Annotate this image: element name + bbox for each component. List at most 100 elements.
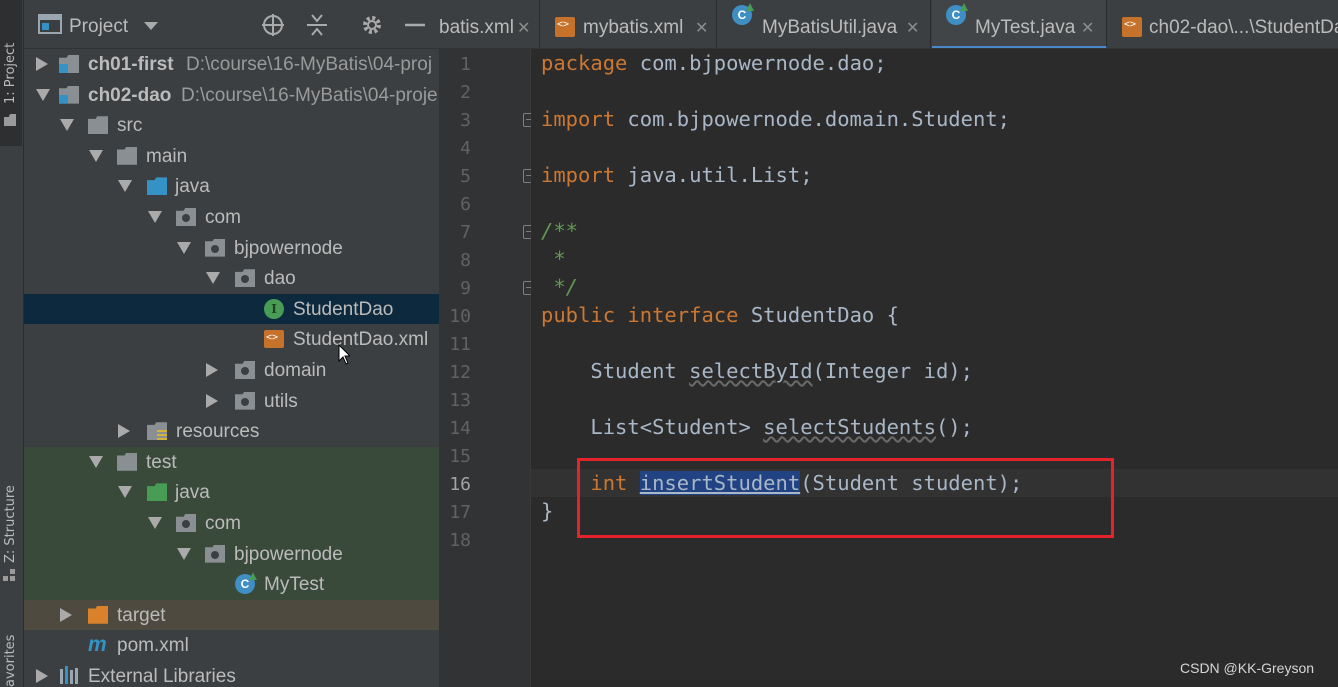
- tree-item-com[interactable]: com: [24, 508, 439, 539]
- code-editor[interactable]: package com.bjpowernode.dao; import com.…: [531, 49, 1338, 687]
- interface-icon: I: [264, 298, 284, 319]
- tree-item-com[interactable]: com: [24, 202, 439, 233]
- project-tool-tab[interactable]: 1: Project: [0, 0, 22, 146]
- tree-item-label: resources: [176, 421, 260, 443]
- tree-item-domain[interactable]: domain: [24, 355, 439, 386]
- tree-item-external-libraries[interactable]: External Libraries: [24, 661, 439, 687]
- mouse-pointer-icon: [338, 344, 350, 365]
- collapsed-right-arrow-icon[interactable]: [118, 424, 130, 439]
- tree-item-bjpowernode[interactable]: bjpowernode: [24, 538, 439, 570]
- tree-item-bjpowernode[interactable]: bjpowernode: [24, 233, 439, 264]
- close-icon[interactable]: ✕: [906, 18, 919, 38]
- tree-item-mytest[interactable]: C MyTest: [24, 569, 439, 600]
- code-line-10: public interface StudentDao {: [541, 303, 899, 327]
- gear-icon[interactable]: [360, 13, 384, 37]
- expand-down-arrow-icon[interactable]: [148, 517, 162, 529]
- project-view-icon: [38, 14, 62, 34]
- tree-item-label: domain: [264, 360, 327, 381]
- line-number: 6: [460, 194, 471, 215]
- tab-label: MyTest.java: [975, 17, 1076, 38]
- tree-item-label: test: [146, 451, 177, 473]
- tree-item-label: External Libraries: [88, 666, 236, 687]
- expand-down-arrow-icon[interactable]: [89, 149, 103, 162]
- package-icon: [235, 269, 255, 288]
- close-icon[interactable]: ✕: [517, 18, 530, 38]
- folder-icon: [147, 483, 167, 502]
- java-class-icon: C: [732, 5, 752, 25]
- tab-mybatis-xml[interactable]: mybatis.xml ✕: [541, 0, 717, 48]
- structure-tool-tab[interactable]: Z: Structure: [0, 465, 22, 590]
- tree-item-label: ch02-dao: [88, 84, 172, 106]
- resources-folder-icon: [147, 422, 167, 441]
- maven-icon: m: [88, 633, 107, 657]
- expand-down-arrow-icon[interactable]: [36, 88, 50, 101]
- line-number: 13: [449, 390, 471, 411]
- tree-item-label: main: [146, 145, 188, 167]
- tree-item-java[interactable]: java: [24, 477, 439, 508]
- tab-label: mybatis.xml: [583, 17, 684, 38]
- tree-item-resources[interactable]: resources: [24, 416, 439, 447]
- line-number: 8: [460, 250, 471, 271]
- tab-mybatisutil-java[interactable]: C MyBatisUtil.java ✕: [718, 0, 931, 48]
- expand-down-arrow-icon[interactable]: [206, 272, 220, 285]
- tree-item-label: ch01-first: [88, 54, 174, 75]
- close-icon[interactable]: ✕: [695, 18, 708, 38]
- structure-tool-tab-label: Z: Structure: [3, 485, 18, 563]
- tree-item-label: java: [175, 176, 210, 198]
- collapse-all-icon[interactable]: [305, 13, 329, 37]
- tab-studentdao-xml[interactable]: ch02-dao\...\StudentDa: [1108, 0, 1338, 48]
- code-line-17: }: [541, 499, 554, 523]
- package-icon: [235, 391, 255, 410]
- tree-item-pom-xml[interactable]: m pom.xml: [24, 630, 439, 661]
- line-number: 18: [449, 530, 471, 551]
- tree-item-target[interactable]: target: [24, 599, 439, 631]
- collapsed-right-arrow-icon[interactable]: [36, 669, 48, 683]
- expand-down-arrow-icon[interactable]: [148, 211, 162, 223]
- target-icon[interactable]: [261, 13, 285, 37]
- tree-item-ch02-dao[interactable]: ch02-dao D:\course\16-MyBatis\04-proje: [24, 80, 439, 111]
- code-line-14: List<Student> selectStudents();: [541, 415, 973, 439]
- tree-item-src[interactable]: src: [24, 110, 439, 141]
- collapsed-right-arrow-icon[interactable]: [60, 607, 72, 622]
- code-line-5: import java.util.List;: [541, 163, 813, 187]
- tree-item-label: bjpowernode: [234, 543, 343, 565]
- xml-file-icon: [264, 330, 284, 349]
- tree-item-studentdao[interactable]: I StudentDao: [24, 293, 439, 325]
- tree-item-dao[interactable]: dao: [24, 263, 439, 294]
- tree-item-studentdao-xml[interactable]: StudentDao.xml: [24, 324, 439, 355]
- tree-item-test[interactable]: test: [24, 446, 439, 478]
- code-line-7: /**: [541, 219, 579, 243]
- collapsed-right-arrow-icon[interactable]: [36, 57, 48, 71]
- folder-icon: [117, 452, 137, 471]
- line-number: 15: [449, 446, 471, 467]
- code-line-3: import com.bjpowernode.domain.Student;: [541, 107, 1011, 131]
- expand-down-arrow-icon[interactable]: [60, 119, 74, 132]
- tree-item-java[interactable]: java: [24, 171, 439, 202]
- tree-item-utils[interactable]: utils: [24, 386, 439, 417]
- expand-down-arrow-icon[interactable]: [118, 180, 132, 193]
- code-line-1: package com.bjpowernode.dao;: [541, 51, 887, 75]
- favorites-tool-tab[interactable]: avorites: [0, 620, 22, 687]
- collapsed-right-arrow-icon[interactable]: [206, 393, 218, 408]
- line-number: 17: [449, 502, 471, 523]
- expand-down-arrow-icon[interactable]: [177, 241, 191, 254]
- tree-item-ch01-first[interactable]: ch01-first D:\course\16-MyBatis\04-proj: [24, 49, 439, 80]
- close-icon[interactable]: ✕: [1081, 18, 1094, 38]
- tree-item-label: com: [205, 513, 241, 534]
- package-icon: [176, 514, 196, 532]
- tab-mytest-java[interactable]: C MyTest.java ✕: [932, 0, 1107, 48]
- view-dropdown-chevron-icon[interactable]: [144, 22, 158, 30]
- tab-batis-xml[interactable]: batis.xml ✕: [439, 0, 540, 48]
- tree-item-main[interactable]: main: [24, 141, 439, 172]
- collapsed-right-arrow-icon[interactable]: [206, 363, 218, 377]
- line-number: 7: [460, 222, 471, 243]
- line-number: 14: [449, 418, 471, 439]
- minimize-icon[interactable]: [404, 13, 426, 37]
- method-selectbyid: selectById: [689, 359, 813, 383]
- tree-item-label: StudentDao: [293, 298, 394, 320]
- folder-icon: [88, 116, 108, 135]
- expand-down-arrow-icon[interactable]: [89, 455, 103, 468]
- expand-down-arrow-icon[interactable]: [177, 547, 191, 560]
- tree-item-label: pom.xml: [117, 635, 189, 657]
- expand-down-arrow-icon[interactable]: [118, 486, 132, 499]
